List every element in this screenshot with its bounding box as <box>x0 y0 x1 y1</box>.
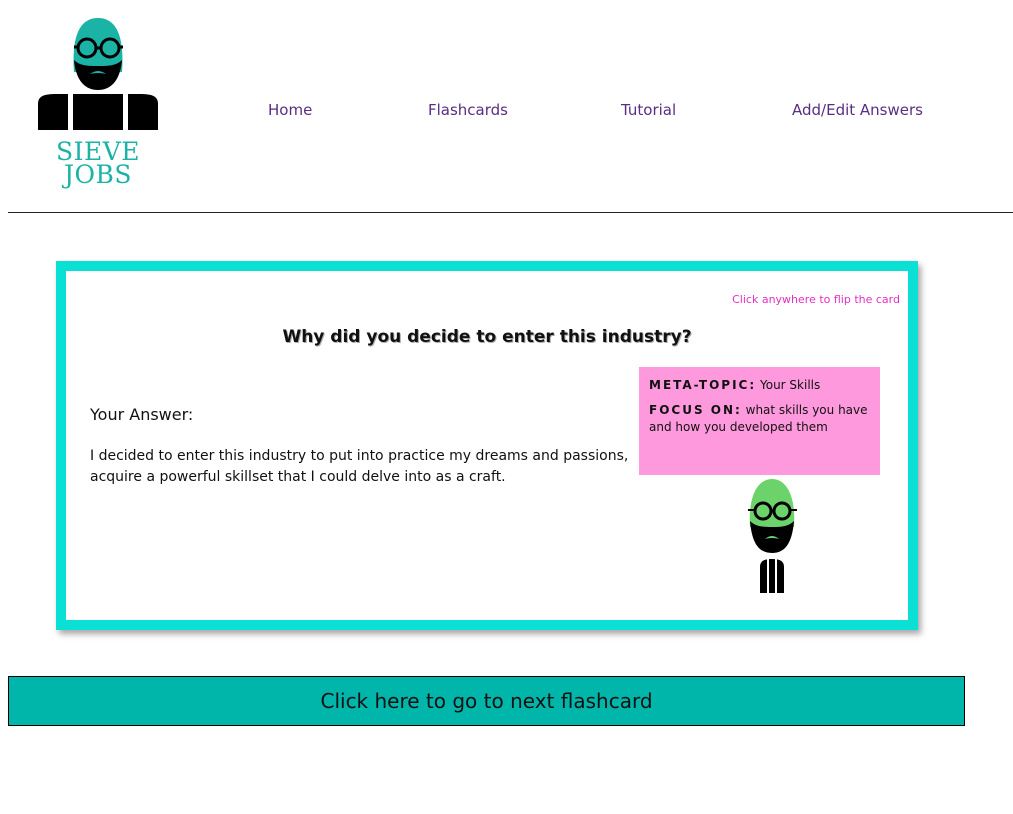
meta-topic-row: META-TOPIC: Your Skills <box>649 377 870 394</box>
meta-topic-box: META-TOPIC: Your Skills FOCUS ON: what s… <box>639 367 880 475</box>
meta-topic-value: Your Skills <box>759 378 821 392</box>
meta-topic-key: META-TOPIC: <box>649 378 757 392</box>
flashcard[interactable]: Click anywhere to flip the card Why did … <box>56 261 918 630</box>
logo-wordmark: SIEVE JOBS <box>36 139 160 189</box>
nav-link-flashcards[interactable]: Flashcards <box>428 101 508 119</box>
question-title: Why did you decide to enter this industr… <box>282 327 692 347</box>
header-divider <box>8 212 1013 213</box>
logo-line-2: JOBS <box>63 160 132 189</box>
nav-link-tutorial[interactable]: Tutorial <box>621 101 676 119</box>
bearded-man-mascot-icon <box>748 479 797 593</box>
answer-text: I decided to enter this industry to put … <box>90 448 629 485</box>
bearded-man-logo-icon <box>38 18 158 130</box>
focus-on-row: FOCUS ON: what skills you have and how y… <box>649 402 870 436</box>
answer-label: Your Answer: <box>90 405 194 424</box>
next-flashcard-button[interactable]: Click here to go to next flashcard <box>8 676 965 726</box>
focus-on-key: FOCUS ON: <box>649 403 742 417</box>
logo[interactable]: SIEVE JOBS <box>36 14 160 194</box>
flip-hint: Click anywhere to flip the card <box>732 293 900 306</box>
nav-link-home[interactable]: Home <box>268 101 312 119</box>
nav-link-add-edit-answers[interactable]: Add/Edit Answers <box>792 101 923 119</box>
